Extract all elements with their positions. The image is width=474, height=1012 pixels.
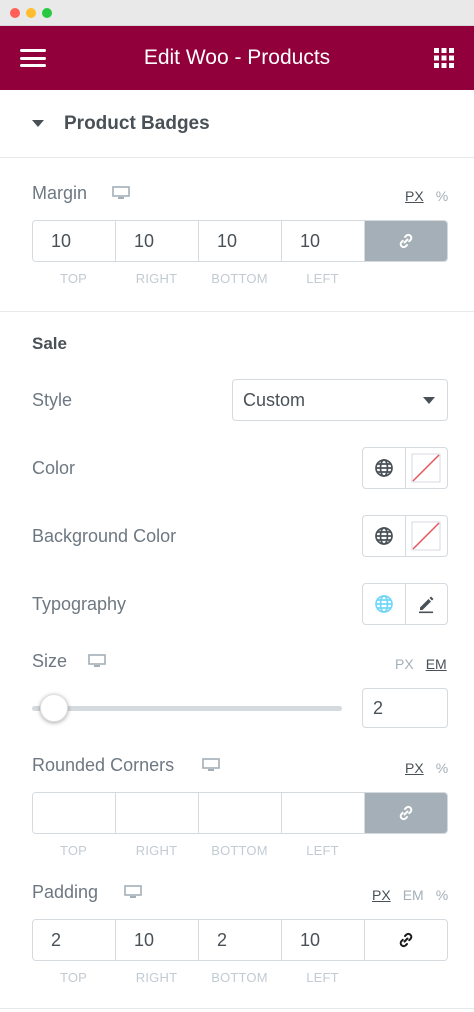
dim-label-top: TOP bbox=[59, 271, 88, 286]
size-slider-handle[interactable] bbox=[39, 694, 68, 722]
style-select[interactable]: Custom bbox=[232, 379, 448, 421]
pencil-icon bbox=[419, 596, 434, 614]
empty-color-swatch-icon bbox=[411, 453, 441, 483]
link-values-button[interactable] bbox=[365, 221, 447, 261]
minimize-window-dot[interactable] bbox=[26, 8, 36, 18]
dim-label-left: LEFT bbox=[306, 970, 339, 985]
desktop-icon[interactable] bbox=[124, 885, 142, 899]
desktop-icon[interactable] bbox=[112, 186, 130, 200]
desktop-icon[interactable] bbox=[202, 758, 220, 772]
radius-bottom-input[interactable] bbox=[199, 793, 282, 833]
unit-px[interactable]: PX bbox=[372, 887, 391, 903]
sale-heading: Sale bbox=[32, 334, 67, 353]
divider bbox=[0, 311, 474, 312]
margin-right-input[interactable]: 10 bbox=[116, 221, 199, 261]
unit-px[interactable]: PX bbox=[405, 760, 424, 776]
margin-label: Margin bbox=[32, 183, 88, 203]
dim-label-right: RIGHT bbox=[135, 843, 178, 858]
dim-label-right: RIGHT bbox=[135, 271, 178, 286]
background-color-label: Background Color bbox=[32, 526, 177, 546]
rounded-corners-dimension-labels: TOP RIGHT BOTTOM LEFT bbox=[32, 843, 448, 858]
padding-dimensions: 2 10 2 10 bbox=[32, 919, 448, 961]
radius-right-input[interactable] bbox=[116, 793, 199, 833]
padding-left-input[interactable]: 10 bbox=[282, 920, 365, 960]
dim-label-top: TOP bbox=[59, 843, 88, 858]
global-color-button[interactable] bbox=[363, 448, 406, 488]
size-units: PX EM bbox=[395, 656, 447, 672]
dim-label-right: RIGHT bbox=[135, 970, 178, 985]
radius-top-input[interactable] bbox=[33, 793, 116, 833]
size-label: Size bbox=[32, 651, 68, 671]
globe-icon bbox=[374, 459, 393, 477]
dim-label-bottom: BOTTOM bbox=[211, 843, 268, 858]
caret-down-icon bbox=[32, 120, 44, 127]
typography-label: Typography bbox=[32, 594, 127, 614]
unit-px[interactable]: PX bbox=[395, 656, 414, 672]
size-slider-track[interactable] bbox=[32, 706, 342, 711]
panel-header: Edit Woo - Products bbox=[0, 26, 474, 90]
chevron-down-icon bbox=[423, 397, 435, 404]
rounded-corners-dimensions bbox=[32, 792, 448, 834]
dim-label-left: LEFT bbox=[306, 843, 339, 858]
padding-dimension-labels: TOP RIGHT BOTTOM LEFT bbox=[32, 970, 448, 985]
globe-icon bbox=[374, 595, 393, 613]
margin-left-input[interactable]: 10 bbox=[282, 221, 365, 261]
bg-color-picker-swatch[interactable] bbox=[406, 516, 448, 556]
desktop-icon[interactable] bbox=[88, 654, 106, 668]
style-select-value: Custom bbox=[243, 389, 306, 410]
link-icon bbox=[399, 233, 413, 249]
padding-label: Padding bbox=[32, 882, 99, 902]
unit-percent[interactable]: % bbox=[436, 188, 448, 204]
rounded-corners-label: Rounded Corners bbox=[32, 755, 175, 775]
dim-label-left: LEFT bbox=[306, 271, 339, 286]
rounded-corners-units: PX % bbox=[405, 760, 448, 776]
padding-bottom-input[interactable]: 2 bbox=[199, 920, 282, 960]
window-titlebar bbox=[0, 0, 474, 26]
margin-units: PX % bbox=[405, 188, 448, 204]
color-label: Color bbox=[32, 458, 76, 478]
dim-label-top: TOP bbox=[59, 970, 88, 985]
padding-right-input[interactable]: 10 bbox=[116, 920, 199, 960]
grid-icon[interactable] bbox=[434, 48, 454, 68]
divider bbox=[0, 1008, 474, 1009]
margin-top-input[interactable]: 10 bbox=[33, 221, 116, 261]
dim-label-bottom: BOTTOM bbox=[211, 271, 268, 286]
padding-units: PX EM % bbox=[372, 887, 448, 903]
global-typography-button[interactable] bbox=[363, 584, 406, 624]
globe-icon bbox=[374, 527, 393, 545]
style-label: Style bbox=[32, 390, 73, 410]
link-values-button[interactable] bbox=[365, 793, 447, 833]
color-picker-swatch[interactable] bbox=[406, 448, 448, 488]
typography-control bbox=[362, 583, 448, 625]
edit-typography-button[interactable] bbox=[406, 584, 448, 624]
unit-percent[interactable]: % bbox=[436, 760, 448, 776]
maximize-window-dot[interactable] bbox=[42, 8, 52, 18]
global-bg-color-button[interactable] bbox=[363, 516, 406, 556]
unit-em[interactable]: EM bbox=[403, 887, 424, 903]
empty-color-swatch-icon bbox=[411, 521, 441, 551]
section-product-badges[interactable]: Product Badges bbox=[0, 90, 474, 158]
background-color-control bbox=[362, 515, 448, 557]
unit-em[interactable]: EM bbox=[426, 656, 447, 672]
radius-left-input[interactable] bbox=[282, 793, 365, 833]
margin-dimension-labels: TOP RIGHT BOTTOM LEFT bbox=[32, 271, 448, 286]
panel-title: Edit Woo - Products bbox=[143, 46, 331, 69]
link-icon bbox=[399, 932, 413, 948]
dim-label-bottom: BOTTOM bbox=[211, 970, 268, 985]
link-values-button[interactable] bbox=[365, 920, 447, 960]
close-window-dot[interactable] bbox=[10, 8, 20, 18]
size-number-input[interactable]: 2 bbox=[362, 688, 448, 728]
link-icon bbox=[399, 805, 413, 821]
unit-px[interactable]: PX bbox=[405, 188, 424, 204]
app-window: Edit Woo - Products Product Badges Margi… bbox=[0, 0, 474, 1012]
section-title: Product Badges bbox=[64, 112, 210, 134]
hamburger-icon[interactable] bbox=[20, 48, 46, 68]
padding-top-input[interactable]: 2 bbox=[33, 920, 116, 960]
margin-dimensions: 10 10 10 10 bbox=[32, 220, 448, 262]
unit-percent[interactable]: % bbox=[436, 887, 448, 903]
margin-bottom-input[interactable]: 10 bbox=[199, 221, 282, 261]
color-control bbox=[362, 447, 448, 489]
